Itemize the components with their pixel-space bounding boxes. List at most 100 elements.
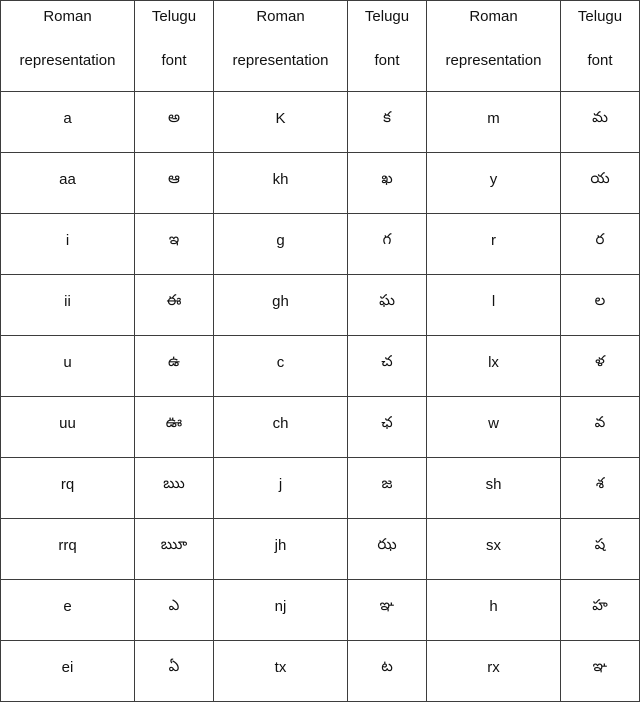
header-line-2: font	[587, 52, 613, 69]
header-cell-roman_2: Roman representation	[213, 0, 348, 92]
cell-roman_3: w	[426, 396, 561, 458]
telugu-glyph: శ	[595, 474, 605, 492]
cell-telugu_2: ఞ	[347, 579, 427, 641]
roman-text: y	[489, 171, 498, 188]
header-cell-telugu_1: Telugu font	[134, 0, 214, 92]
header-line-1: Roman	[256, 8, 305, 25]
cell-telugu_3: ళ	[560, 335, 640, 397]
roman-text: K	[275, 110, 286, 127]
cell-telugu_3: ల	[560, 274, 640, 336]
cell-telugu_3: శ	[560, 457, 640, 519]
table-row: rrq ౠ jh ఝ sx ష	[0, 518, 640, 580]
roman-text: nj	[274, 598, 287, 615]
header-label-roman_1: Roman representation	[1, 1, 134, 68]
roman-text: i	[65, 232, 70, 249]
roman-text: rq	[60, 476, 75, 493]
cell-telugu_2: ఝ	[347, 518, 427, 580]
cell-telugu_2: ఖ	[347, 152, 427, 214]
cell-roman_1: aa	[0, 152, 135, 214]
header-label-telugu_2: Telugu font	[348, 1, 426, 68]
roman-text: uu	[59, 415, 76, 432]
roman-text: e	[63, 598, 72, 615]
cell-telugu_1: ఉ	[134, 335, 214, 397]
table-row: ii ఈ gh ఘ l ల	[0, 274, 640, 336]
telugu-glyph: ఘ	[379, 291, 395, 309]
telugu-glyph: ఋ	[163, 474, 185, 492]
header-line-2: representation	[19, 52, 116, 69]
telugu-glyph: ర	[595, 230, 605, 248]
cell-telugu_3: హ	[560, 579, 640, 641]
cell-telugu_3: ఞ	[560, 640, 640, 702]
telugu-glyph: హ	[592, 596, 608, 614]
header-cell-roman_1: Roman representation	[0, 0, 135, 92]
cell-roman_1: ei	[0, 640, 135, 702]
cell-telugu_3: ష	[560, 518, 640, 580]
telugu-glyph: ఈ	[166, 291, 182, 309]
cell-roman_1: i	[0, 213, 135, 275]
header-line-2: font	[161, 52, 187, 69]
roman-text: kh	[272, 171, 289, 188]
cell-roman_2: j	[213, 457, 348, 519]
telugu-glyph: ఆ	[168, 169, 180, 187]
header-line-1: Telugu	[364, 8, 410, 25]
telugu-glyph: ఏ	[168, 657, 180, 675]
header-line-2: representation	[445, 52, 542, 69]
header-line-1: Roman	[43, 8, 92, 25]
telugu-glyph: గ	[382, 230, 392, 248]
roman-text: m	[487, 110, 500, 127]
cell-roman_3: l	[426, 274, 561, 336]
cell-roman_3: sh	[426, 457, 561, 519]
roman-text: g	[276, 232, 285, 249]
roman-text: lx	[488, 354, 499, 371]
cell-telugu_3: వ	[560, 396, 640, 458]
table-row: ei ఏ tx ట rx ఞ	[0, 640, 640, 702]
table-row: u ఉ c చ lx ళ	[0, 335, 640, 397]
roman-text: rrq	[58, 537, 77, 554]
cell-telugu_3: య	[560, 152, 640, 214]
roman-text: ii	[64, 293, 71, 310]
cell-roman_2: kh	[213, 152, 348, 214]
telugu-glyph: మ	[592, 108, 608, 126]
cell-roman_1: uu	[0, 396, 135, 458]
transliteration-table: Roman representation Telugu font Roman repres…	[0, 0, 640, 702]
telugu-glyph: య	[590, 169, 610, 187]
cell-roman_3: sx	[426, 518, 561, 580]
roman-text: sh	[485, 476, 502, 493]
roman-text: jh	[274, 537, 287, 554]
cell-telugu_3: మ	[560, 91, 640, 153]
telugu-glyph: ల	[594, 291, 606, 309]
telugu-glyph: ఊ	[165, 413, 183, 431]
header-line-2: representation	[232, 52, 329, 69]
telugu-glyph: ౠ	[160, 535, 188, 553]
cell-telugu_1: ఆ	[134, 152, 214, 214]
cell-telugu_1: ౠ	[134, 518, 214, 580]
roman-text: u	[63, 354, 72, 371]
header-label-roman_2: Roman representation	[214, 1, 347, 68]
header-line-2: font	[374, 52, 400, 69]
roman-text: ch	[272, 415, 289, 432]
roman-text: aa	[59, 171, 76, 188]
cell-telugu_1: అ	[134, 91, 214, 153]
table-row: e ఎ nj ఞ h హ	[0, 579, 640, 641]
cell-roman_1: rq	[0, 457, 135, 519]
cell-roman_2: g	[213, 213, 348, 275]
header-label-telugu_3: Telugu font	[561, 1, 639, 68]
cell-roman_3: h	[426, 579, 561, 641]
table-row: aa ఆ kh ఖ y య	[0, 152, 640, 214]
cell-roman_3: r	[426, 213, 561, 275]
header-label-telugu_1: Telugu font	[135, 1, 213, 68]
header-line-1: Roman	[469, 8, 518, 25]
telugu-glyph: ఛ	[381, 413, 393, 431]
cell-telugu_1: ఈ	[134, 274, 214, 336]
cell-roman_2: tx	[213, 640, 348, 702]
cell-roman_1: rrq	[0, 518, 135, 580]
cell-telugu_1: ఇ	[134, 213, 214, 275]
header-label-roman_3: Roman representation	[427, 1, 560, 68]
cell-telugu_1: ఏ	[134, 640, 214, 702]
cell-telugu_1: ఋ	[134, 457, 214, 519]
header-cell-telugu_2: Telugu font	[347, 0, 427, 92]
cell-roman_3: m	[426, 91, 561, 153]
cell-roman_2: c	[213, 335, 348, 397]
cell-roman_1: e	[0, 579, 135, 641]
header-line-1: Telugu	[151, 8, 197, 25]
